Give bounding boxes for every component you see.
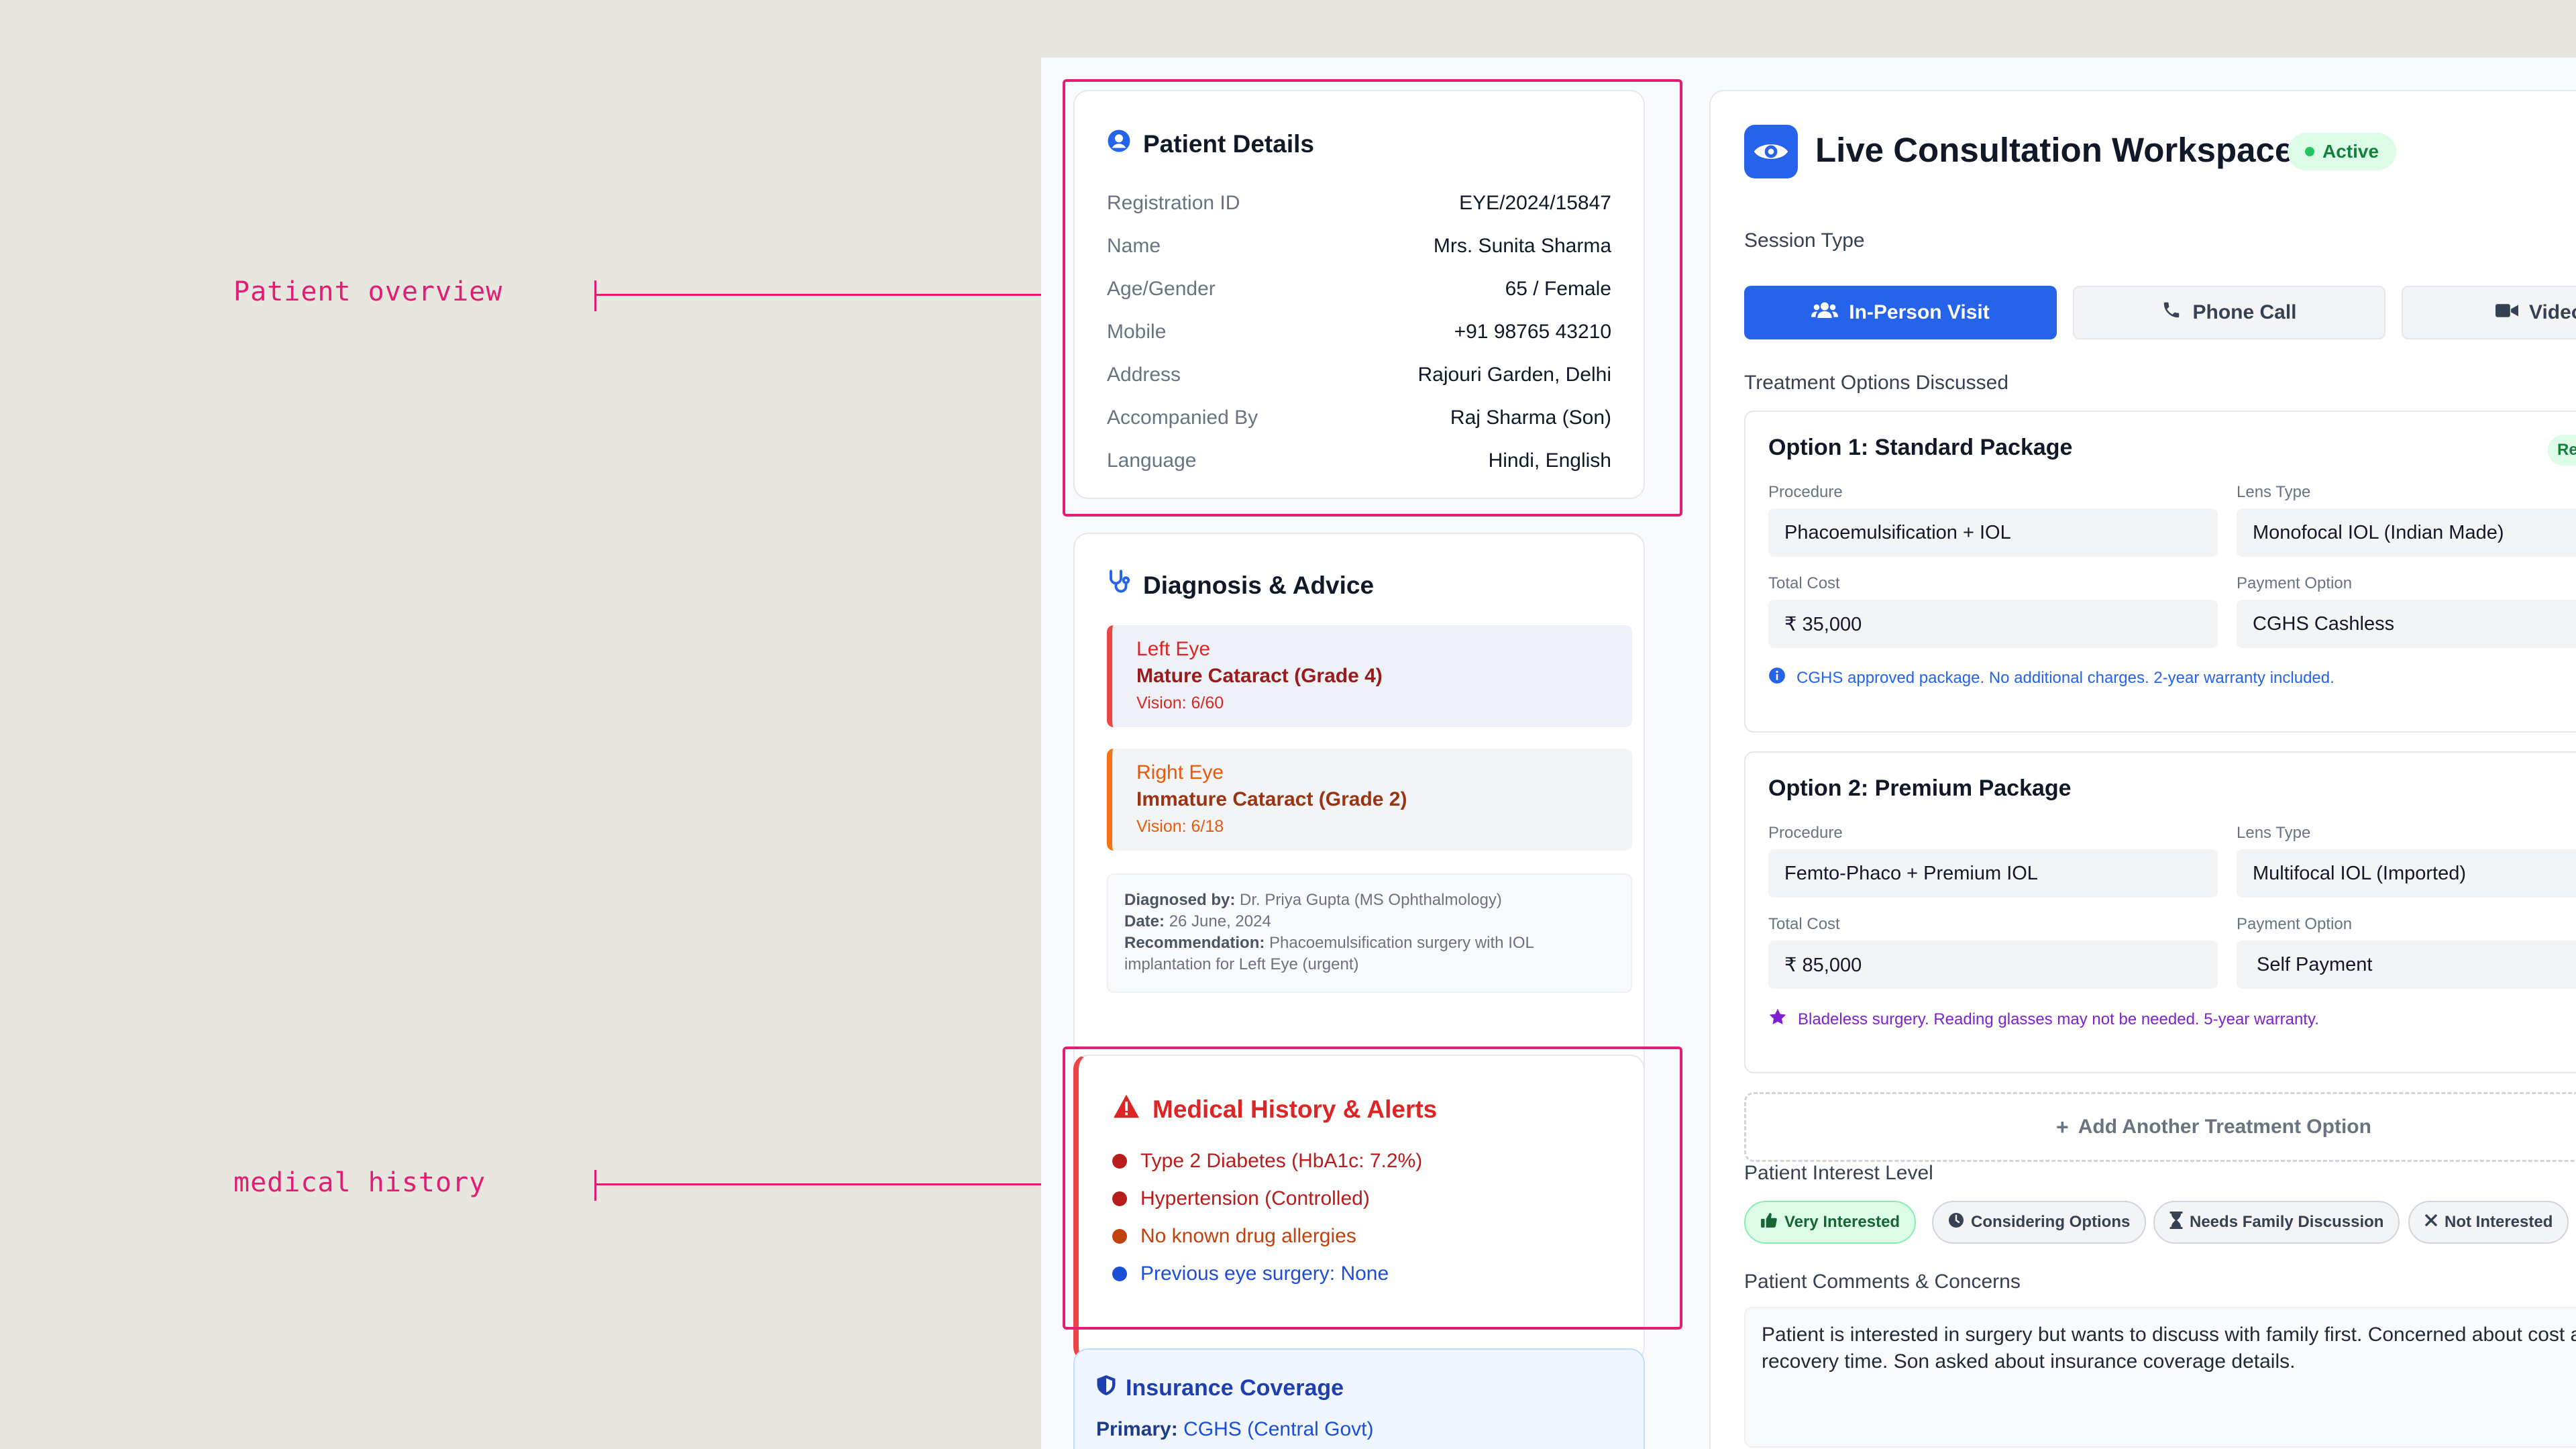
patient-overview-highlight bbox=[1063, 79, 1682, 517]
lens-type-field[interactable]: Multifocal IOL (Imported) bbox=[2237, 849, 2576, 898]
plus-icon: + bbox=[2056, 1114, 2069, 1139]
treatment-option-card: Option 1: Standard Package Rec Procedure… bbox=[1744, 411, 2576, 733]
eye-vision: Vision: 6/18 bbox=[1136, 817, 1224, 836]
interest-very-interested-chip[interactable]: Very Interested bbox=[1744, 1201, 1917, 1244]
chip-label: Needs Family Discussion bbox=[2190, 1213, 2384, 1231]
left-eye-diagnosis: Left Eye Mature Cataract (Grade 4) Visio… bbox=[1107, 625, 1632, 727]
date-label: Date: bbox=[1124, 912, 1165, 930]
annotation-line bbox=[594, 294, 1061, 296]
stethoscope-icon bbox=[1107, 569, 1131, 602]
interest-family-discussion-chip[interactable]: Needs Family Discussion bbox=[2153, 1201, 2400, 1244]
total-cost-label: Total Cost bbox=[1768, 574, 1840, 592]
procedure-field[interactable]: Femto-Phaco + Premium IOL bbox=[1768, 849, 2218, 898]
eye-icon bbox=[1744, 125, 1798, 178]
lens-type-label: Lens Type bbox=[2237, 824, 2311, 842]
session-phone-call-button[interactable]: Phone Call bbox=[2073, 286, 2385, 339]
interest-considering-options-chip[interactable]: Considering Options bbox=[1932, 1201, 2147, 1244]
option-note: Bladeless surgery. Reading glasses may n… bbox=[1768, 1008, 2319, 1031]
diagnosis-card: Diagnosis & Advice Left Eye Mature Catar… bbox=[1073, 533, 1645, 1081]
info-icon bbox=[1768, 667, 1786, 689]
primary-insurer: CGHS (Central Govt) bbox=[1183, 1418, 1374, 1440]
session-type-label: Session Type bbox=[1744, 229, 1865, 252]
primary-label: Primary: bbox=[1096, 1418, 1178, 1440]
shield-icon bbox=[1096, 1374, 1116, 1403]
eye-diagnosis: Mature Cataract (Grade 4) bbox=[1136, 665, 1383, 687]
procedure-label: Procedure bbox=[1768, 824, 1843, 842]
option-note-text: Bladeless surgery. Reading glasses may n… bbox=[1798, 1010, 2319, 1028]
session-in-person-button[interactable]: In-Person Visit bbox=[1744, 286, 2057, 339]
procedure-field[interactable]: Phacoemulsification + IOL bbox=[1768, 508, 2218, 557]
status-badge: Active bbox=[2288, 133, 2397, 170]
eye-name: Left Eye bbox=[1136, 638, 1211, 660]
chip-label: Very Interested bbox=[1784, 1213, 1900, 1231]
payment-option-label: Payment Option bbox=[2237, 574, 2353, 592]
insurance-primary: Primary: CGHS (Central Govt) bbox=[1096, 1418, 1373, 1441]
workspace-title: Live Consultation Workspace bbox=[1815, 131, 2294, 169]
payment-option-field[interactable]: CGHS Cashless bbox=[2237, 600, 2576, 648]
session-type-label-text: In-Person Visit bbox=[1849, 301, 1990, 323]
hourglass-icon bbox=[2169, 1211, 2183, 1234]
status-text: Active bbox=[2322, 141, 2379, 162]
lens-type-label: Lens Type bbox=[2237, 483, 2311, 501]
treatment-option-card: Option 2: Premium Package Procedure Femt… bbox=[1744, 751, 2576, 1073]
add-option-label: Add Another Treatment Option bbox=[2078, 1116, 2371, 1138]
interest-not-interested-chip[interactable]: Not Interested bbox=[2408, 1201, 2569, 1244]
diagnosis-title: Diagnosis & Advice bbox=[1107, 569, 1374, 602]
diagnosed-by-label: Diagnosed by: bbox=[1124, 891, 1236, 909]
total-cost-field[interactable]: ₹ 35,000 bbox=[1768, 600, 2218, 648]
annotation-medical-history: medical history bbox=[233, 1167, 486, 1198]
session-type-label-text: Video bbox=[2529, 301, 2576, 323]
status-dot bbox=[2305, 147, 2314, 156]
interest-level-label: Patient Interest Level bbox=[1744, 1162, 1933, 1184]
annotation-line bbox=[594, 1183, 1061, 1185]
thumbs-up-icon bbox=[1760, 1212, 1778, 1234]
diagnosis-note: Diagnosed by: Dr. Priya Gupta (MS Ophtha… bbox=[1107, 873, 1632, 993]
x-icon bbox=[2424, 1213, 2438, 1232]
treatment-options-label: Treatment Options Discussed bbox=[1744, 372, 2009, 394]
medical-history-highlight bbox=[1063, 1046, 1682, 1330]
diagnosis-date: 26 June, 2024 bbox=[1169, 912, 1271, 930]
phone-icon bbox=[2161, 300, 2182, 325]
chip-label: Not Interested bbox=[2445, 1213, 2553, 1231]
annotation-tick bbox=[594, 280, 596, 311]
session-video-button[interactable]: Video bbox=[2402, 286, 2576, 339]
session-type-label-text: Phone Call bbox=[2192, 301, 2297, 323]
insurance-title: Insurance Coverage bbox=[1096, 1374, 1344, 1403]
lens-type-field[interactable]: Monofocal IOL (Indian Made) bbox=[2237, 508, 2576, 557]
annotation-tick bbox=[594, 1170, 596, 1201]
add-treatment-option-button[interactable]: + Add Another Treatment Option bbox=[1744, 1092, 2576, 1162]
total-cost-field[interactable]: ₹ 85,000 bbox=[1768, 941, 2218, 989]
diagnosis-heading: Diagnosis & Advice bbox=[1143, 571, 1375, 599]
diagnosed-by: Dr. Priya Gupta (MS Ophthalmology) bbox=[1240, 891, 1502, 909]
star-icon bbox=[1768, 1008, 1787, 1031]
insurance-card: Insurance Coverage Primary: CGHS (Centra… bbox=[1073, 1348, 1645, 1449]
payment-option-field[interactable]: Self Payment bbox=[2237, 941, 2576, 989]
option-note-text: CGHS approved package. No additional cha… bbox=[1796, 668, 2334, 687]
recommendation-label: Recommendation: bbox=[1124, 934, 1265, 952]
video-camera-icon bbox=[2496, 301, 2518, 324]
option-title: Option 2: Premium Package bbox=[1768, 775, 2072, 801]
total-cost-label: Total Cost bbox=[1768, 915, 1840, 933]
annotation-patient-overview: Patient overview bbox=[233, 276, 503, 307]
clock-icon bbox=[1948, 1212, 1964, 1233]
users-icon bbox=[1811, 301, 1839, 325]
consultation-workspace-card: Live Consultation Workspace Active Sessi… bbox=[1709, 90, 2576, 1449]
insurance-heading: Insurance Coverage bbox=[1126, 1375, 1344, 1401]
eye-name: Right Eye bbox=[1136, 761, 1224, 784]
option-note: CGHS approved package. No additional cha… bbox=[1768, 667, 2334, 689]
patient-comments-textarea[interactable]: Patient is interested in surgery but wan… bbox=[1744, 1307, 2576, 1448]
recommended-badge: Rec bbox=[2548, 435, 2576, 466]
procedure-label: Procedure bbox=[1768, 483, 1843, 501]
chip-label: Considering Options bbox=[1971, 1213, 2131, 1231]
comments-label: Patient Comments & Concerns bbox=[1744, 1271, 2021, 1293]
right-eye-diagnosis: Right Eye Immature Cataract (Grade 2) Vi… bbox=[1107, 749, 1632, 851]
eye-diagnosis: Immature Cataract (Grade 2) bbox=[1136, 788, 1407, 810]
option-title: Option 1: Standard Package bbox=[1768, 435, 2073, 460]
eye-vision: Vision: 6/60 bbox=[1136, 694, 1224, 712]
payment-option-label: Payment Option bbox=[2237, 915, 2353, 933]
